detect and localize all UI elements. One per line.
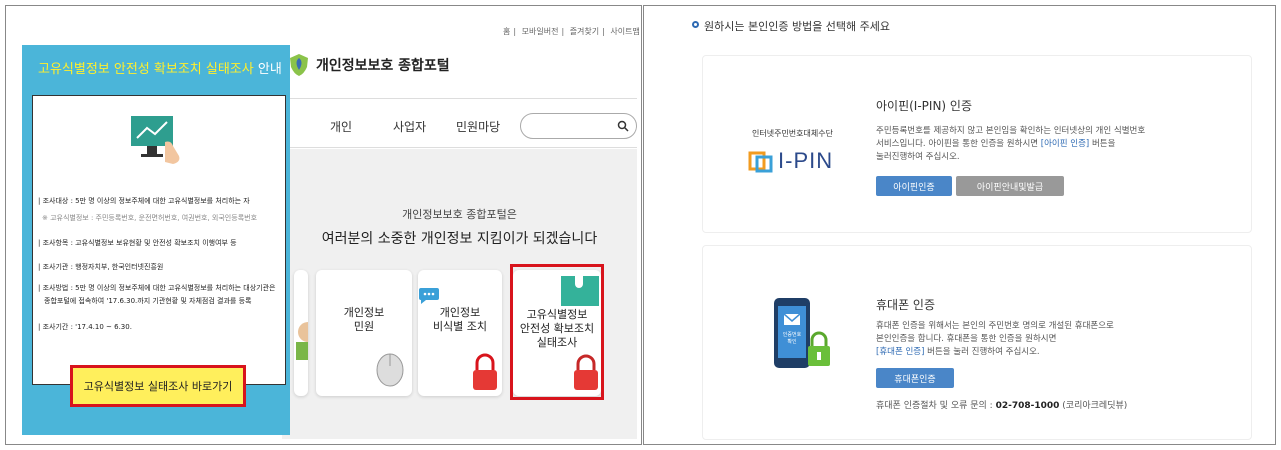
phone-description: 휴대폰 인증을 위해서는 본인의 주민번호 명의로 개설된 휴대폰으로 본인인증… xyxy=(876,320,1206,359)
hero-title: 여러분의 소중한 개인정보 지킴이가 되겠습니다 xyxy=(321,231,598,247)
phone-desc-line3: [휴대폰 인증] 버튼을 눌러 진행하여 주십시오. xyxy=(876,346,1206,359)
person-icon xyxy=(296,322,308,360)
hero-subtitle: 개인정보보호 종합포털은 xyxy=(402,208,517,221)
ipin-caption: 인터넷주민번호대체수단 xyxy=(752,129,833,138)
ipin-desc-text2: 버튼을 xyxy=(1091,139,1116,149)
phone-title: 휴대폰 인증 xyxy=(876,298,936,312)
chat-bubble-icon xyxy=(419,288,439,304)
nav-business[interactable]: 사업자 xyxy=(393,118,426,135)
phone-desc-line2: 본인인증을 합니다. 휴대폰을 통한 인증을 원하시면 xyxy=(876,334,1057,344)
info-target: | 조사대상 : 5만 명 이상의 정보주체에 대한 고유식별정보를 처리하는 … xyxy=(38,197,250,205)
info-note: ※ 고유식별정보 : 주민등록번호, 운전면허번호, 여권번호, 외국인등록번호 xyxy=(42,214,258,222)
phone-desc-line1: 휴대폰 인증을 위해서는 본인의 주민번호 명의로 개설된 휴대폰으로 xyxy=(876,321,1114,331)
info-items: | 조사항목 : 고유식별정보 보유현황 및 안전성 확보조치 이행여부 등 xyxy=(38,239,237,247)
ipin-auth-button[interactable]: 아이핀인증 xyxy=(876,176,952,196)
nav-individual[interactable]: 개인 xyxy=(330,118,352,135)
ipin-desc-link: [아이핀 인증] xyxy=(1040,139,1090,149)
sitemap-link[interactable]: 사이트맵 xyxy=(610,27,639,36)
contact-phone: 02-708-1000 xyxy=(995,401,1060,411)
phone-lock-icon: 인증번호 확인 xyxy=(774,298,830,368)
card-deidentification[interactable]: 개인정보 비식별 조치 xyxy=(418,270,502,396)
mobile-link[interactable]: 모바일버전 xyxy=(522,27,559,36)
bullet-icon xyxy=(692,21,699,28)
ipin-title: 아이핀(I-PIN) 인증 xyxy=(876,99,972,113)
search-input[interactable] xyxy=(520,113,637,139)
info-method: | 조사방법 : 5만 명 이상의 정보주체에 대한 고유식별정보를 처리하는 … xyxy=(38,284,276,292)
ipin-info-button[interactable]: 아이핀안내및발급 xyxy=(956,176,1064,196)
ipin-logo-text: I-PIN xyxy=(778,148,834,173)
info-period: | 조사기간 : '17.4.10 ~ 6.30. xyxy=(38,323,132,331)
ipin-desc-line1: 주민등록번호를 제공하지 않고 본인임을 확인하는 인터넷상의 개인 식별번호 xyxy=(876,126,1146,136)
card-privacy-complaint[interactable]: 개인정보 민원 xyxy=(316,270,412,396)
mouse-icon xyxy=(376,353,404,387)
home-link[interactable]: 홈 xyxy=(503,27,510,36)
svg-text:확인: 확인 xyxy=(787,338,797,345)
top-links: 홈 | 모바일버전 | 즐겨찾기 | 사이트맵 xyxy=(503,27,640,36)
nav-civil[interactable]: 민원마당 xyxy=(456,118,500,135)
ipin-desc-line2: 서비스입니다. 아이핀을 통한 인증을 원하시면 [아이핀 인증] 버튼을 xyxy=(876,138,1206,151)
favorites-link[interactable]: 즐겨찾기 xyxy=(570,27,599,36)
info-method-cont: 종합포털에 접속하여 '17.6.30.까지 기관현황 및 자체점검 결과를 등… xyxy=(44,297,252,305)
phone-contact-info: 휴대폰 인증절차 및 오류 문의 : 02-708-1000 (코리아크레딧뷰) xyxy=(876,398,1127,411)
contact-label: 휴대폰 인증절차 및 오류 문의 : xyxy=(876,401,993,411)
popup-title-suffix: 안내 xyxy=(257,62,282,77)
shield-logo-icon xyxy=(290,54,308,76)
monitor-chart-icon xyxy=(131,116,180,164)
info-agency: | 조사기관 : 행정자치부, 한국인터넷진흥원 xyxy=(38,263,164,271)
search-icon[interactable] xyxy=(617,120,629,132)
ipin-desc-line3: 눌러진행하여 주십시오. xyxy=(876,152,960,162)
phone-auth-button[interactable]: 휴대폰인증 xyxy=(876,368,954,388)
site-logo[interactable]: 개인정보보호 종합포털 xyxy=(288,52,450,78)
logo-title: 개인정보보호 종합포털 xyxy=(316,58,450,74)
lock-icon xyxy=(473,353,497,390)
card-label: 개인정보 민원 xyxy=(343,306,385,333)
popup-title: 고유식별정보 안전성 확보조치 실태조사 안내 xyxy=(38,58,282,77)
ipin-description: 주민등록번호를 제공하지 않고 본인임을 확인하는 인터넷상의 개인 식별번호 … xyxy=(876,125,1206,164)
survey-go-button[interactable]: 고유식별정보 실태조사 바로가기 xyxy=(70,365,246,407)
svg-text:인증번호: 인증번호 xyxy=(783,331,802,338)
card-highlight-box xyxy=(510,264,604,400)
card-label: 개인정보 비식별 조치 xyxy=(432,306,488,333)
card-partial[interactable] xyxy=(294,270,308,396)
phone-desc-text: 버튼을 눌러 진행하여 주십시오. xyxy=(927,347,1040,357)
ipin-logo-icon xyxy=(748,151,773,173)
ipin-desc-text: 서비스입니다. 아이핀을 통한 인증을 원하시면 xyxy=(876,139,1039,149)
popup-title-main: 고유식별정보 안전성 확보조치 실태조사 xyxy=(38,62,254,77)
auth-method-heading: 원하시는 본인인증 방법을 선택해 주세요 xyxy=(704,20,891,33)
contact-org: (코리아크레딧뷰) xyxy=(1062,401,1128,411)
ipin-logo: I-PIN xyxy=(748,148,833,174)
phone-desc-link: [휴대폰 인증] xyxy=(876,347,925,357)
